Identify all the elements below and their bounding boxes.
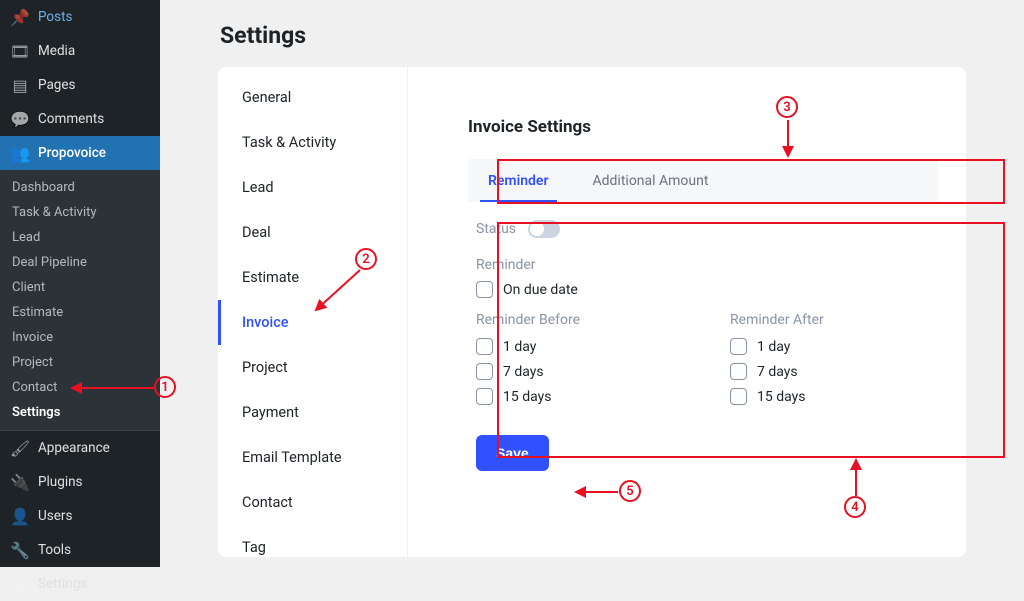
invoice-tabs: Reminder Additional Amount bbox=[468, 159, 938, 202]
on-due-date-text: On due date bbox=[503, 282, 578, 298]
before-1day-checkbox[interactable] bbox=[476, 338, 493, 355]
on-due-date-checkbox[interactable] bbox=[476, 281, 493, 298]
section-title: Invoice Settings bbox=[468, 117, 938, 137]
save-button[interactable]: Save bbox=[476, 435, 549, 471]
nav-project[interactable]: Project bbox=[218, 345, 407, 390]
after-opt: 7 days bbox=[757, 364, 798, 380]
wp-menu-label: Tools bbox=[38, 542, 71, 558]
wp-menu-appearance[interactable]: 🖌 Appearance bbox=[0, 431, 160, 465]
reminder-before-label: Reminder Before bbox=[476, 312, 580, 328]
submenu-task-activity[interactable]: Task & Activity bbox=[0, 200, 160, 225]
after-1day-checkbox[interactable] bbox=[730, 338, 747, 355]
wp-menu-comments[interactable]: 💬 Comments bbox=[0, 102, 160, 136]
main-content: Settings General Task & Activity Lead De… bbox=[160, 0, 1024, 567]
nav-invoice[interactable]: Invoice bbox=[218, 300, 407, 345]
nav-email-template[interactable]: Email Template bbox=[218, 435, 407, 480]
before-opt: 1 day bbox=[503, 339, 536, 355]
wp-admin-sidebar: 📌 Posts 🎞 Media ▤ Pages 💬 Comments 👥 Propovoi… bbox=[0, 0, 160, 567]
wp-menu-label: Pages bbox=[38, 77, 76, 93]
comment-icon: 💬 bbox=[10, 109, 30, 129]
after-7days-checkbox[interactable] bbox=[730, 363, 747, 380]
settings-icon: ⚙ bbox=[10, 574, 30, 594]
wrench-icon: 🔧 bbox=[10, 540, 30, 560]
status-toggle[interactable] bbox=[528, 220, 560, 238]
wp-menu-propovoice[interactable]: 👥 Propovoice bbox=[0, 136, 160, 170]
group-icon: 👥 bbox=[10, 143, 30, 163]
user-icon: 👤 bbox=[10, 506, 30, 526]
wp-submenu: Dashboard Task & Activity Lead Deal Pipe… bbox=[0, 170, 160, 430]
submenu-lead[interactable]: Lead bbox=[0, 225, 160, 250]
wp-menu-label: Appearance bbox=[38, 440, 110, 456]
settings-panel: Invoice Settings Reminder Additional Amo… bbox=[408, 67, 966, 557]
nav-task-activity[interactable]: Task & Activity bbox=[218, 120, 407, 165]
wp-menu-tools[interactable]: 🔧 Tools bbox=[0, 533, 160, 567]
brush-icon: 🖌 bbox=[10, 438, 30, 458]
media-icon: 🎞 bbox=[10, 41, 30, 61]
nav-lead[interactable]: Lead bbox=[218, 165, 407, 210]
wp-menu-label: Plugins bbox=[38, 474, 83, 490]
after-15days-checkbox[interactable] bbox=[730, 388, 747, 405]
reminder-label: Reminder bbox=[476, 257, 536, 273]
settings-card: General Task & Activity Lead Deal Estima… bbox=[218, 67, 966, 557]
submenu-invoice[interactable]: Invoice bbox=[0, 325, 160, 350]
tab-additional-amount[interactable]: Additional Amount bbox=[585, 159, 717, 201]
reminder-form: Status Reminder On due date Reminder Bef… bbox=[468, 202, 938, 471]
wp-menu-label: Comments bbox=[38, 111, 104, 127]
submenu-deal-pipeline[interactable]: Deal Pipeline bbox=[0, 250, 160, 275]
wp-menu-label: Propovoice bbox=[38, 145, 106, 161]
page-title: Settings bbox=[190, 0, 994, 67]
nav-estimate[interactable]: Estimate bbox=[218, 255, 407, 300]
plugin-icon: 🔌 bbox=[10, 472, 30, 492]
wp-menu-settings[interactable]: ⚙ Settings bbox=[0, 567, 160, 601]
wp-menu-pages[interactable]: ▤ Pages bbox=[0, 68, 160, 102]
wp-menu-label: Users bbox=[38, 508, 72, 524]
wp-menu-users[interactable]: 👤 Users bbox=[0, 499, 160, 533]
nav-deal[interactable]: Deal bbox=[218, 210, 407, 255]
before-opt: 7 days bbox=[503, 364, 544, 380]
wp-menu-label: Settings bbox=[38, 576, 87, 592]
before-7days-checkbox[interactable] bbox=[476, 363, 493, 380]
nav-contact[interactable]: Contact bbox=[218, 480, 407, 525]
submenu-project[interactable]: Project bbox=[0, 350, 160, 375]
submenu-client[interactable]: Client bbox=[0, 275, 160, 300]
status-label: Status bbox=[476, 221, 516, 237]
submenu-estimate[interactable]: Estimate bbox=[0, 300, 160, 325]
wp-menu-media[interactable]: 🎞 Media bbox=[0, 34, 160, 68]
nav-payment[interactable]: Payment bbox=[218, 390, 407, 435]
pin-icon: 📌 bbox=[10, 7, 30, 27]
reminder-after-label: Reminder After bbox=[730, 312, 824, 328]
after-opt: 15 days bbox=[757, 389, 805, 405]
settings-side-nav: General Task & Activity Lead Deal Estima… bbox=[218, 67, 408, 557]
wp-menu-label: Media bbox=[38, 43, 75, 59]
wp-menu-label: Posts bbox=[38, 9, 72, 25]
submenu-contact[interactable]: Contact bbox=[0, 375, 160, 400]
tab-reminder[interactable]: Reminder bbox=[480, 159, 557, 201]
wp-menu-posts[interactable]: 📌 Posts bbox=[0, 0, 160, 34]
nav-tag[interactable]: Tag bbox=[218, 525, 407, 570]
before-15days-checkbox[interactable] bbox=[476, 388, 493, 405]
after-opt: 1 day bbox=[757, 339, 790, 355]
nav-general[interactable]: General bbox=[218, 75, 407, 120]
submenu-settings[interactable]: Settings bbox=[0, 400, 160, 425]
wp-menu-plugins[interactable]: 🔌 Plugins bbox=[0, 465, 160, 499]
page-icon: ▤ bbox=[10, 75, 30, 95]
before-opt: 15 days bbox=[503, 389, 551, 405]
submenu-dashboard[interactable]: Dashboard bbox=[0, 175, 160, 200]
